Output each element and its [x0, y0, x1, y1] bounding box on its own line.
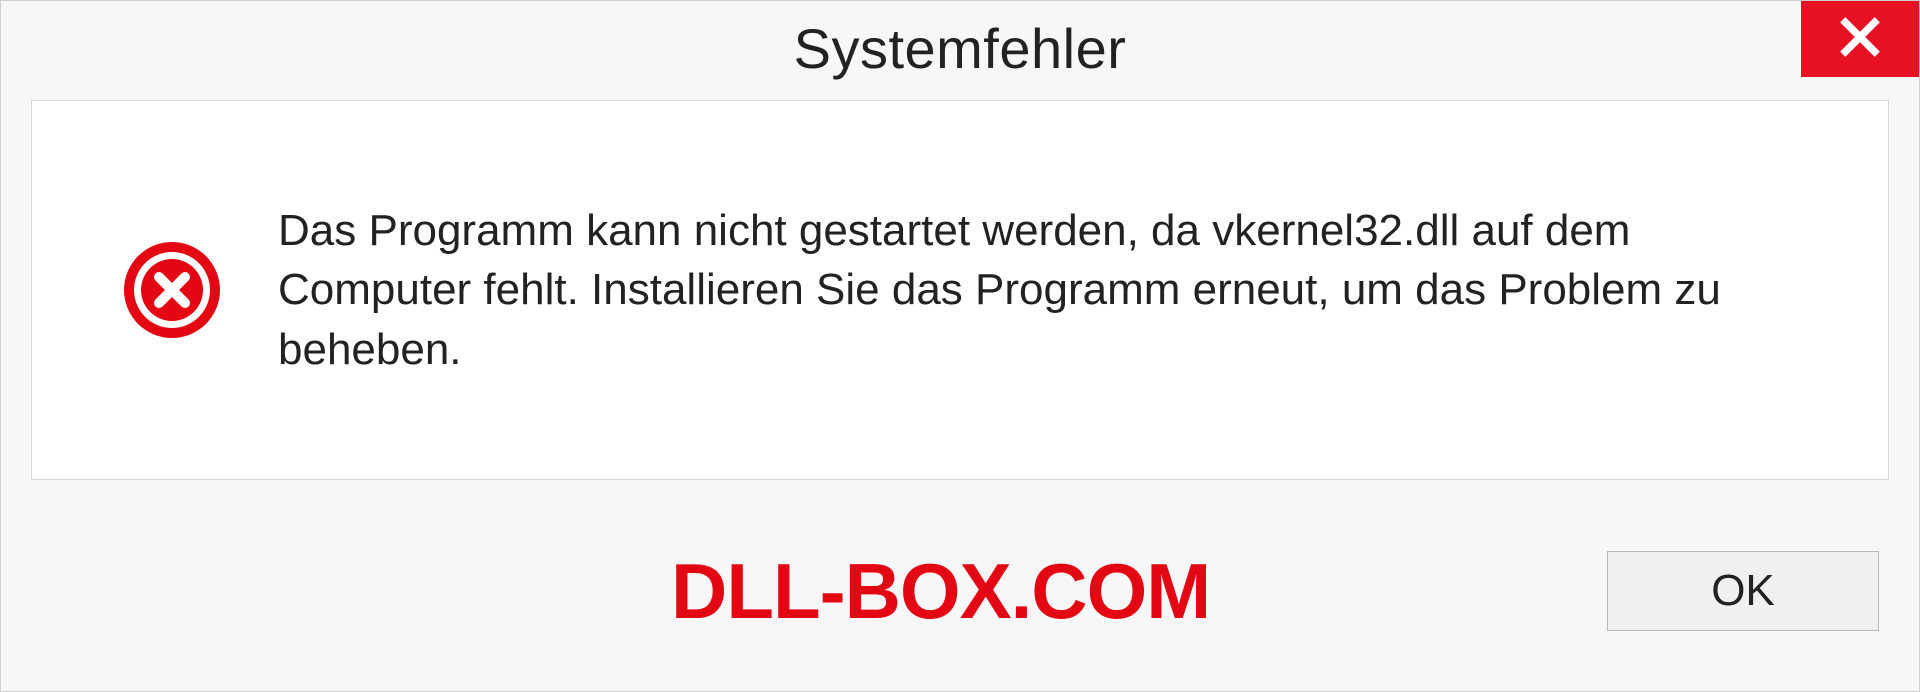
error-icon [122, 240, 222, 340]
error-message: Das Programm kann nicht gestartet werden… [278, 201, 1828, 379]
footer: DLL-BOX.COM OK [31, 521, 1889, 661]
ok-button[interactable]: OK [1607, 551, 1879, 631]
dialog-title: Systemfehler [794, 16, 1127, 81]
titlebar: Systemfehler [1, 1, 1919, 96]
ok-button-label: OK [1711, 566, 1775, 616]
close-button[interactable] [1801, 1, 1919, 77]
error-dialog: Systemfehler Das Programm kann nicht ges… [0, 0, 1920, 692]
watermark-text: DLL-BOX.COM [671, 546, 1210, 637]
close-icon [1838, 15, 1882, 64]
content-panel: Das Programm kann nicht gestartet werden… [31, 100, 1889, 480]
